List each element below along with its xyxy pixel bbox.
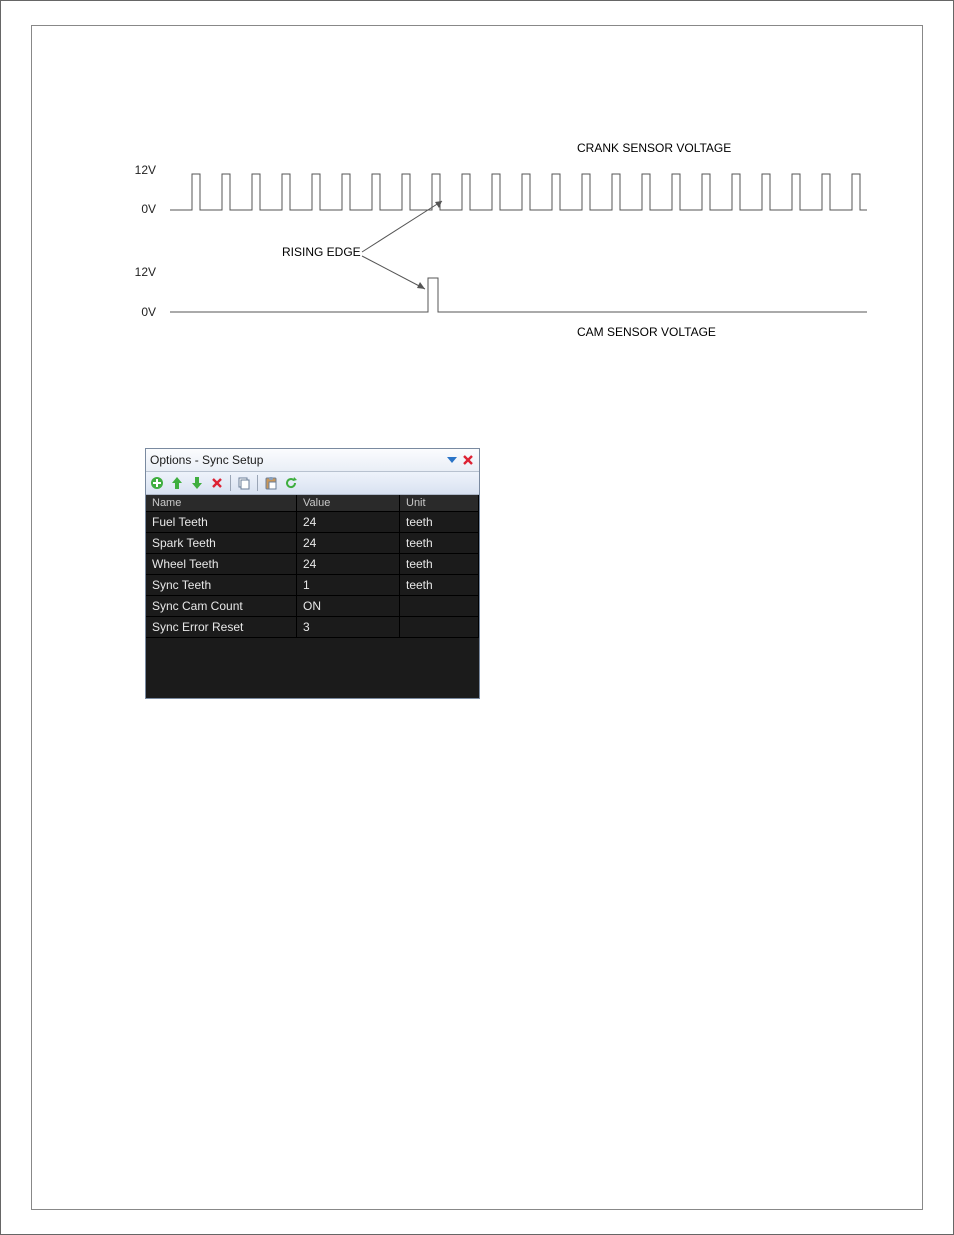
panel-title: Options - Sync Setup	[150, 453, 443, 467]
cell-name: Sync Error Reset	[146, 617, 297, 637]
rising-edge-label: RISING EDGE	[282, 245, 361, 259]
crank-sensor-label: CRANK SENSOR VOLTAGE	[577, 141, 731, 155]
panel-toolbar	[146, 472, 479, 495]
grid-empty-area	[146, 638, 479, 698]
cam-waveform	[170, 278, 867, 312]
cell-unit	[400, 596, 479, 616]
table-row[interactable]: Fuel Teeth 24 teeth	[146, 512, 479, 533]
cell-name: Sync Teeth	[146, 575, 297, 595]
cam-12v-label: 12V	[135, 265, 156, 279]
panel-dropdown-icon[interactable]	[445, 453, 459, 467]
arrow-to-cam	[362, 256, 425, 289]
page-frame: 12V 0V CRANK SENSOR VOLTAGE RISING EDGE …	[0, 0, 954, 1235]
table-row[interactable]: Sync Cam Count ON	[146, 596, 479, 617]
cell-value[interactable]: 24	[297, 554, 400, 574]
cell-unit: teeth	[400, 575, 479, 595]
grid-body: Fuel Teeth 24 teeth Spark Teeth 24 teeth…	[146, 512, 479, 638]
col-header-unit[interactable]: Unit	[400, 495, 479, 511]
panel-close-icon[interactable]	[461, 453, 475, 467]
col-header-value[interactable]: Value	[297, 495, 400, 511]
toolbar-separator-2	[257, 475, 258, 491]
cell-unit: teeth	[400, 533, 479, 553]
table-row[interactable]: Sync Error Reset 3	[146, 617, 479, 638]
cam-0v-label: 0V	[141, 305, 156, 319]
paste-icon[interactable]	[262, 474, 280, 492]
options-sync-setup-panel: Options - Sync Setup	[145, 448, 480, 699]
col-header-name[interactable]: Name	[146, 495, 297, 511]
cam-sensor-label: CAM SENSOR VOLTAGE	[577, 325, 716, 339]
cell-unit: teeth	[400, 554, 479, 574]
cell-value[interactable]: 24	[297, 533, 400, 553]
cell-name: Fuel Teeth	[146, 512, 297, 532]
timing-diagram: 12V 0V CRANK SENSOR VOLTAGE RISING EDGE …	[122, 126, 882, 356]
cell-value[interactable]: 24	[297, 512, 400, 532]
timing-svg: 12V 0V CRANK SENSOR VOLTAGE RISING EDGE …	[122, 126, 882, 356]
down-arrow-icon[interactable]	[188, 474, 206, 492]
cell-value[interactable]: 3	[297, 617, 400, 637]
refresh-icon[interactable]	[282, 474, 300, 492]
crank-0v-label: 0V	[141, 202, 156, 216]
table-row[interactable]: Spark Teeth 24 teeth	[146, 533, 479, 554]
table-row[interactable]: Wheel Teeth 24 teeth	[146, 554, 479, 575]
toolbar-separator	[230, 475, 231, 491]
options-grid[interactable]: Name Value Unit Fuel Teeth 24 teeth Spar…	[146, 495, 479, 698]
delete-icon[interactable]	[208, 474, 226, 492]
table-row[interactable]: Sync Teeth 1 teeth	[146, 575, 479, 596]
copy-icon[interactable]	[235, 474, 253, 492]
cell-name: Spark Teeth	[146, 533, 297, 553]
cell-value[interactable]: ON	[297, 596, 400, 616]
crank-12v-label: 12V	[135, 163, 156, 177]
inner-frame: 12V 0V CRANK SENSOR VOLTAGE RISING EDGE …	[31, 25, 923, 1210]
crank-waveform	[170, 174, 867, 210]
add-icon[interactable]	[148, 474, 166, 492]
cell-unit	[400, 617, 479, 637]
cell-name: Sync Cam Count	[146, 596, 297, 616]
cell-name: Wheel Teeth	[146, 554, 297, 574]
cell-unit: teeth	[400, 512, 479, 532]
panel-titlebar[interactable]: Options - Sync Setup	[146, 449, 479, 472]
up-arrow-icon[interactable]	[168, 474, 186, 492]
cell-value[interactable]: 1	[297, 575, 400, 595]
grid-header: Name Value Unit	[146, 495, 479, 512]
